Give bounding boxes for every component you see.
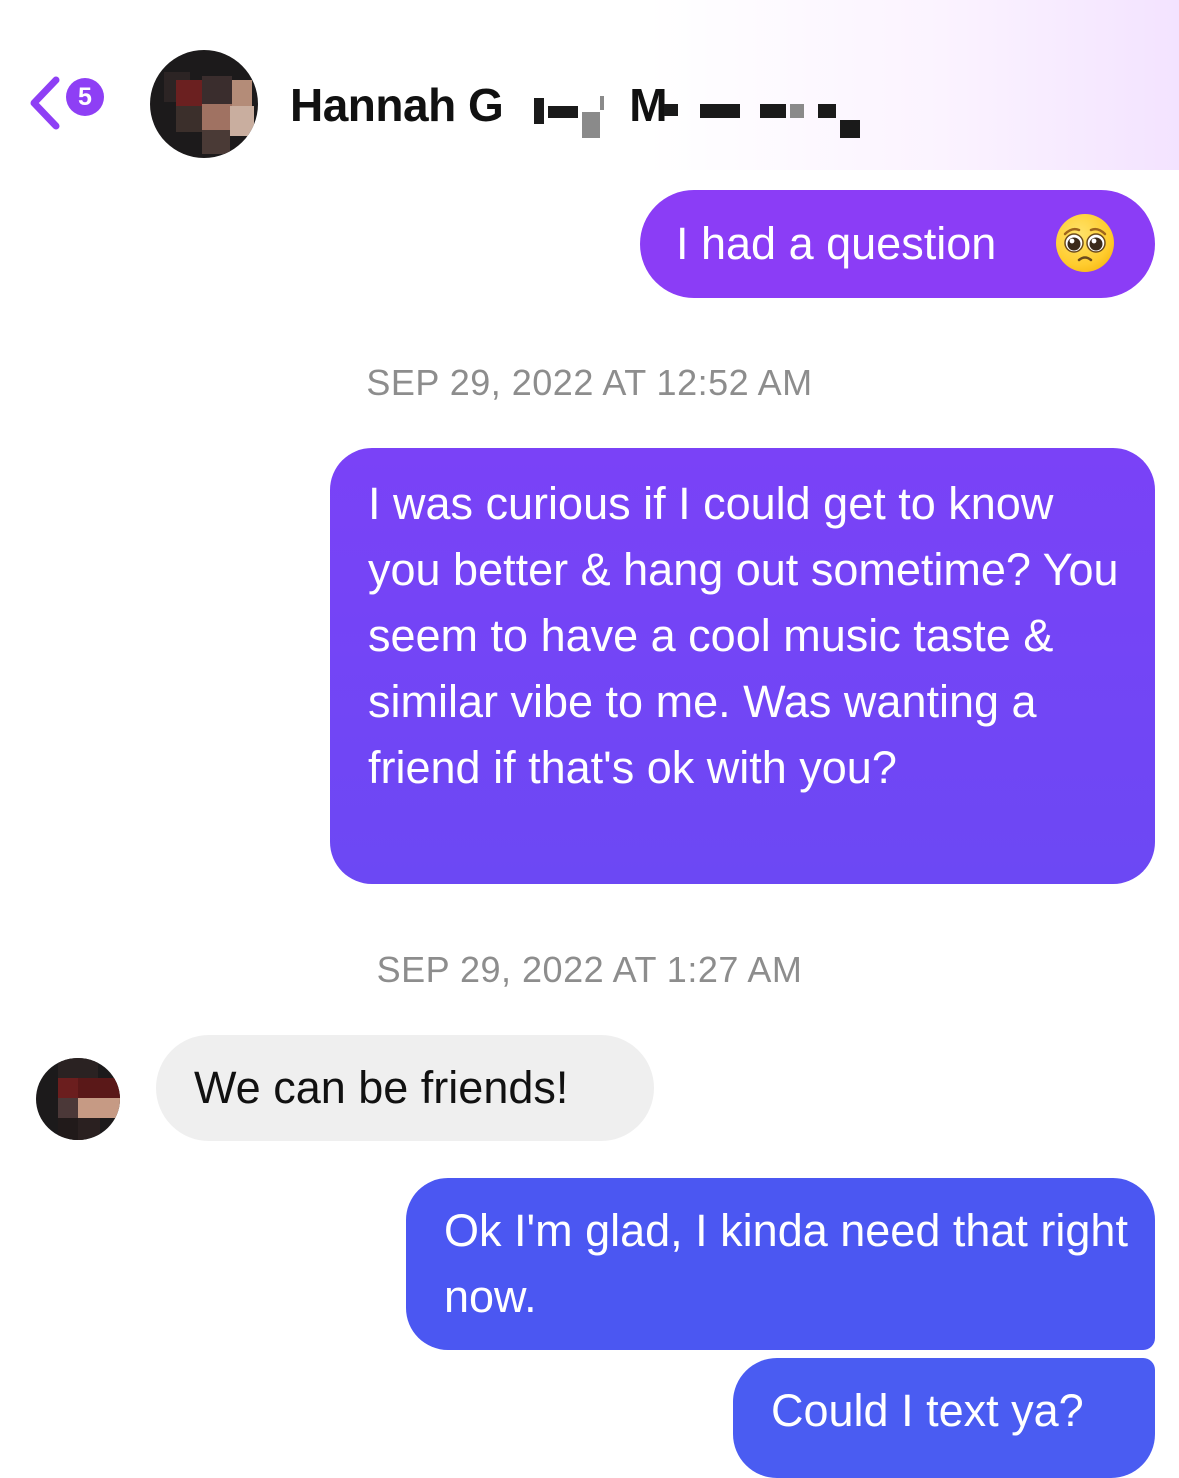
- chat-header: 5 Hannah G M: [0, 0, 1179, 170]
- contact-avatar[interactable]: [150, 50, 258, 158]
- redaction-block: [840, 120, 860, 138]
- message-text: Could I text ya?: [771, 1385, 1084, 1436]
- message-text: I was curious if I could get to know you…: [368, 478, 1119, 793]
- timestamp: SEP 29, 2022 AT 12:52 AM: [366, 362, 813, 403]
- back-button[interactable]: 5: [26, 72, 122, 134]
- message-text: Ok I'm glad, I kinda need that right now…: [444, 1205, 1128, 1322]
- redaction-block: [760, 104, 786, 118]
- redaction-block: [818, 104, 836, 118]
- redaction-block: [534, 98, 544, 124]
- sender-avatar[interactable]: [36, 1058, 120, 1140]
- pleading-face-emoji-icon: [1056, 214, 1114, 272]
- outgoing-message-bubble[interactable]: I was curious if I could get to know you…: [330, 448, 1155, 884]
- contact-name-middle: M: [629, 79, 668, 131]
- message-text: We can be friends!: [194, 1062, 569, 1113]
- contact-name-first: Hannah G: [290, 79, 504, 131]
- contact-name[interactable]: Hannah G M: [290, 78, 668, 132]
- unread-count-badge: 5: [66, 78, 104, 116]
- redaction-block: [582, 112, 600, 138]
- redaction-block: [548, 106, 578, 118]
- incoming-message-bubble[interactable]: We can be friends!: [156, 1035, 654, 1141]
- redaction-block: [600, 96, 604, 110]
- outgoing-message-bubble[interactable]: Could I text ya?: [733, 1358, 1155, 1478]
- redaction-block: [790, 104, 804, 118]
- message-text: I had a question: [676, 218, 997, 269]
- redaction-block: [664, 104, 678, 116]
- redaction-block: [700, 104, 740, 118]
- outgoing-message-bubble[interactable]: Ok I'm glad, I kinda need that right now…: [406, 1178, 1155, 1350]
- timestamp: SEP 29, 2022 AT 1:27 AM: [376, 949, 803, 990]
- outgoing-message-bubble[interactable]: I had a question: [640, 190, 1155, 298]
- chevron-left-icon: [30, 76, 60, 130]
